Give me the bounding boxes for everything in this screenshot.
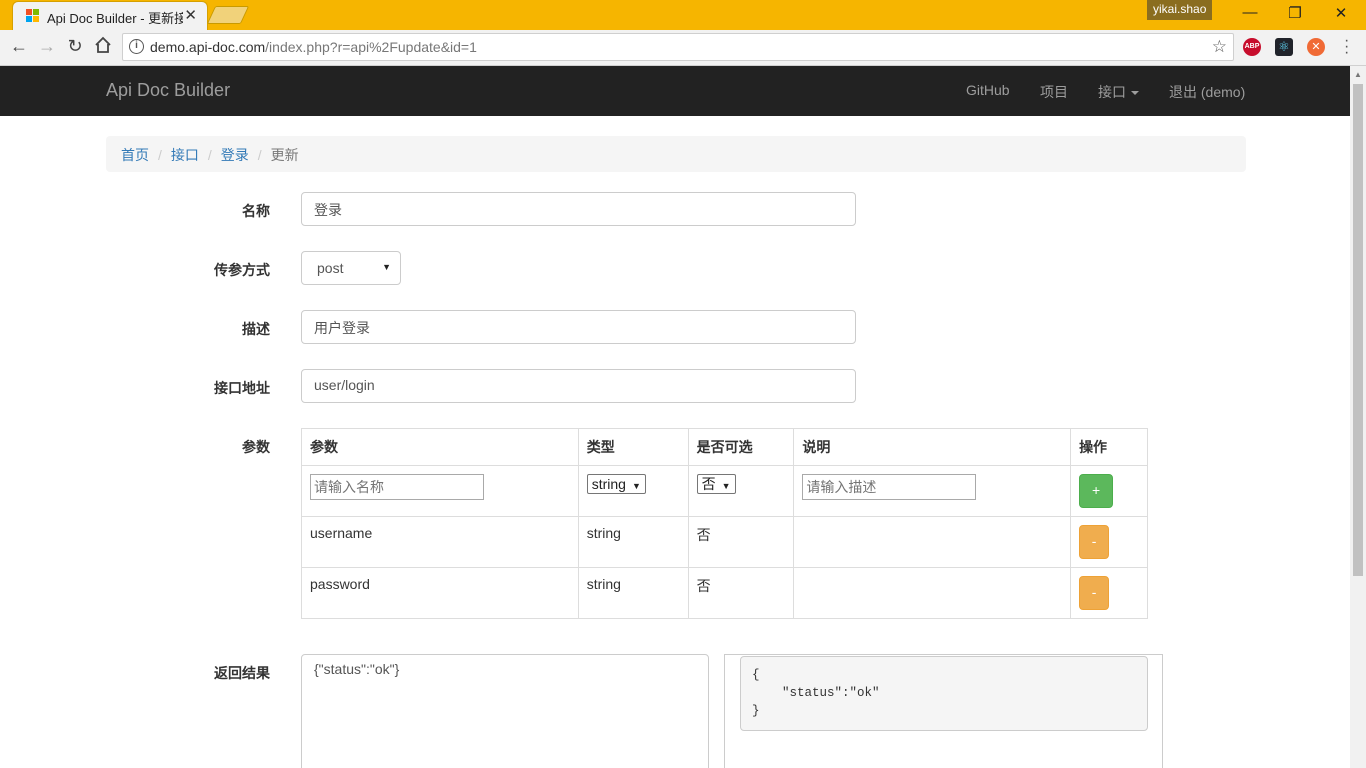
navbar-brand[interactable]: Api Doc Builder (106, 80, 230, 101)
caret-down-icon (1131, 91, 1139, 96)
param-type: string (577, 516, 689, 568)
new-param-name-input[interactable] (310, 474, 484, 500)
browser-titlebar: Api Doc Builder - 更新接 ✕ yikai.shao — ❐ ✕ (0, 0, 1366, 30)
new-param-optional-cell: 否 ▼ (687, 465, 795, 517)
nav-apis-label: 接口 (1098, 84, 1126, 100)
param-description (793, 567, 1072, 619)
select-arrow-icon: ▼ (631, 481, 641, 491)
remove-param-button[interactable]: - (1079, 576, 1110, 610)
breadcrumb-current-api[interactable]: 登录 (221, 147, 249, 163)
api-url-input[interactable]: user/login (301, 369, 856, 403)
select-arrow-icon: ▼ (721, 481, 731, 491)
api-url-label: 接口地址 (214, 380, 270, 396)
header-optional: 是否可选 (687, 428, 795, 466)
table-row: password string 否 - (301, 567, 1148, 619)
new-param-optional-select[interactable]: 否 ▼ (696, 474, 736, 494)
param-optional: 否 (687, 567, 795, 619)
method-select-value: post (317, 260, 344, 276)
new-param-type-select[interactable]: string ▼ (586, 474, 646, 494)
new-param-type-cell: string ▼ (577, 465, 689, 517)
breadcrumb-separator: / (158, 147, 162, 163)
result-json-preview: { "status":"ok" } (740, 656, 1148, 731)
new-param-desc-input[interactable] (802, 474, 977, 500)
param-action-cell: - (1070, 516, 1148, 568)
scrollbar-thumb[interactable] (1353, 84, 1363, 576)
new-param-desc-cell (793, 465, 1072, 517)
param-type: string (577, 567, 689, 619)
page-viewport: Api Doc Builder GitHub 项目 接口 退出 (demo) 首… (0, 66, 1350, 768)
browser-tab-active[interactable]: Api Doc Builder - 更新接 ✕ (12, 1, 208, 30)
page-scrollbar[interactable]: ▲ (1350, 66, 1366, 768)
breadcrumb-active: 更新 (270, 147, 299, 163)
top-navbar: Api Doc Builder GitHub 项目 接口 退出 (demo) (0, 66, 1350, 116)
result-label: 返回结果 (214, 665, 270, 681)
new-param-name-cell (301, 465, 579, 517)
breadcrumb: 首页 / 接口 / 登录 / 更新 (106, 136, 1246, 172)
orange-extension-icon[interactable]: ✕ (1307, 38, 1325, 56)
url-host: demo.api-doc.com (150, 39, 266, 55)
params-header-row: 参数 类型 是否可选 说明 操作 (301, 428, 1148, 466)
params-table: 参数 类型 是否可选 说明 操作 string▼ 否▼ (301, 428, 1148, 619)
bookmark-star-icon[interactable]: ☆ (1212, 37, 1227, 57)
url-path: /index.php?r=api%2Fupdate&id=1 (265, 39, 477, 55)
description-label: 描述 (242, 321, 270, 337)
result-preview-panel: { "status":"ok" } (724, 654, 1163, 768)
breadcrumb-separator: / (257, 147, 262, 163)
tab-title: Api Doc Builder - 更新接 (47, 11, 183, 26)
scroll-up-arrow-icon[interactable]: ▲ (1354, 70, 1362, 79)
nav-apis-dropdown[interactable]: 接口 (1098, 82, 1139, 102)
minimize-icon[interactable]: — (1235, 4, 1265, 21)
param-description (793, 516, 1072, 568)
param-name: username (301, 516, 579, 568)
method-select[interactable]: post ▼ (301, 251, 401, 285)
new-tab-button[interactable] (206, 6, 250, 24)
name-label: 名称 (242, 203, 270, 219)
react-devtools-icon[interactable]: ⚛ (1275, 38, 1293, 56)
breadcrumb-apis[interactable]: 接口 (171, 147, 199, 163)
select-arrow-icon: ▼ (382, 262, 391, 272)
reload-icon[interactable]: ↻ (64, 36, 86, 57)
tab-close-icon[interactable]: ✕ (184, 6, 197, 24)
param-optional: 否 (687, 516, 795, 568)
optional-select-value: 否 (701, 476, 716, 492)
restore-icon[interactable]: ❐ (1280, 4, 1310, 22)
params-label: 参数 (242, 439, 270, 455)
breadcrumb-separator: / (207, 147, 212, 163)
url-text: demo.api-doc.com/index.php?r=api%2Fupdat… (150, 39, 477, 55)
header-type: 类型 (577, 428, 689, 466)
result-textarea[interactable]: {"status":"ok"} (301, 654, 709, 768)
header-action: 操作 (1070, 428, 1148, 466)
profile-badge[interactable]: yikai.shao (1147, 0, 1213, 20)
header-param: 参数 (301, 428, 579, 466)
breadcrumb-home[interactable]: 首页 (121, 147, 149, 163)
add-param-button[interactable]: + (1079, 474, 1114, 508)
back-arrow-icon[interactable]: ← (8, 36, 30, 57)
type-select-value: string (591, 476, 626, 492)
site-info-icon[interactable]: i (129, 39, 144, 54)
browser-menu-icon[interactable]: · · · (1344, 33, 1349, 61)
method-label: 传参方式 (214, 262, 270, 278)
home-icon[interactable] (92, 36, 114, 59)
adblock-plus-icon[interactable]: ABP (1243, 38, 1261, 56)
window-close-icon[interactable]: ✕ (1326, 4, 1356, 22)
table-row: username string 否 - (301, 516, 1148, 568)
name-input[interactable]: 登录 (301, 192, 856, 226)
address-bar[interactable]: i demo.api-doc.com/index.php?r=api%2Fupd… (122, 33, 1234, 61)
app-favicon-icon (26, 9, 40, 23)
nav-github[interactable]: GitHub (966, 82, 1010, 98)
description-input[interactable]: 用户登录 (301, 310, 856, 344)
param-name: password (301, 567, 579, 619)
browser-toolbar: ← → ↻ i demo.api-doc.com/index.php?r=api… (0, 30, 1366, 66)
new-param-row: string▼ 否▼ + (301, 465, 1148, 517)
nav-logout[interactable]: 退出 (demo) (1169, 82, 1245, 102)
nav-projects[interactable]: 项目 (1040, 82, 1068, 102)
new-param-action-cell: + (1070, 465, 1148, 517)
forward-arrow-icon[interactable]: → (36, 36, 58, 57)
remove-param-button[interactable]: - (1079, 525, 1110, 559)
header-description: 说明 (793, 428, 1072, 466)
param-action-cell: - (1070, 567, 1148, 619)
